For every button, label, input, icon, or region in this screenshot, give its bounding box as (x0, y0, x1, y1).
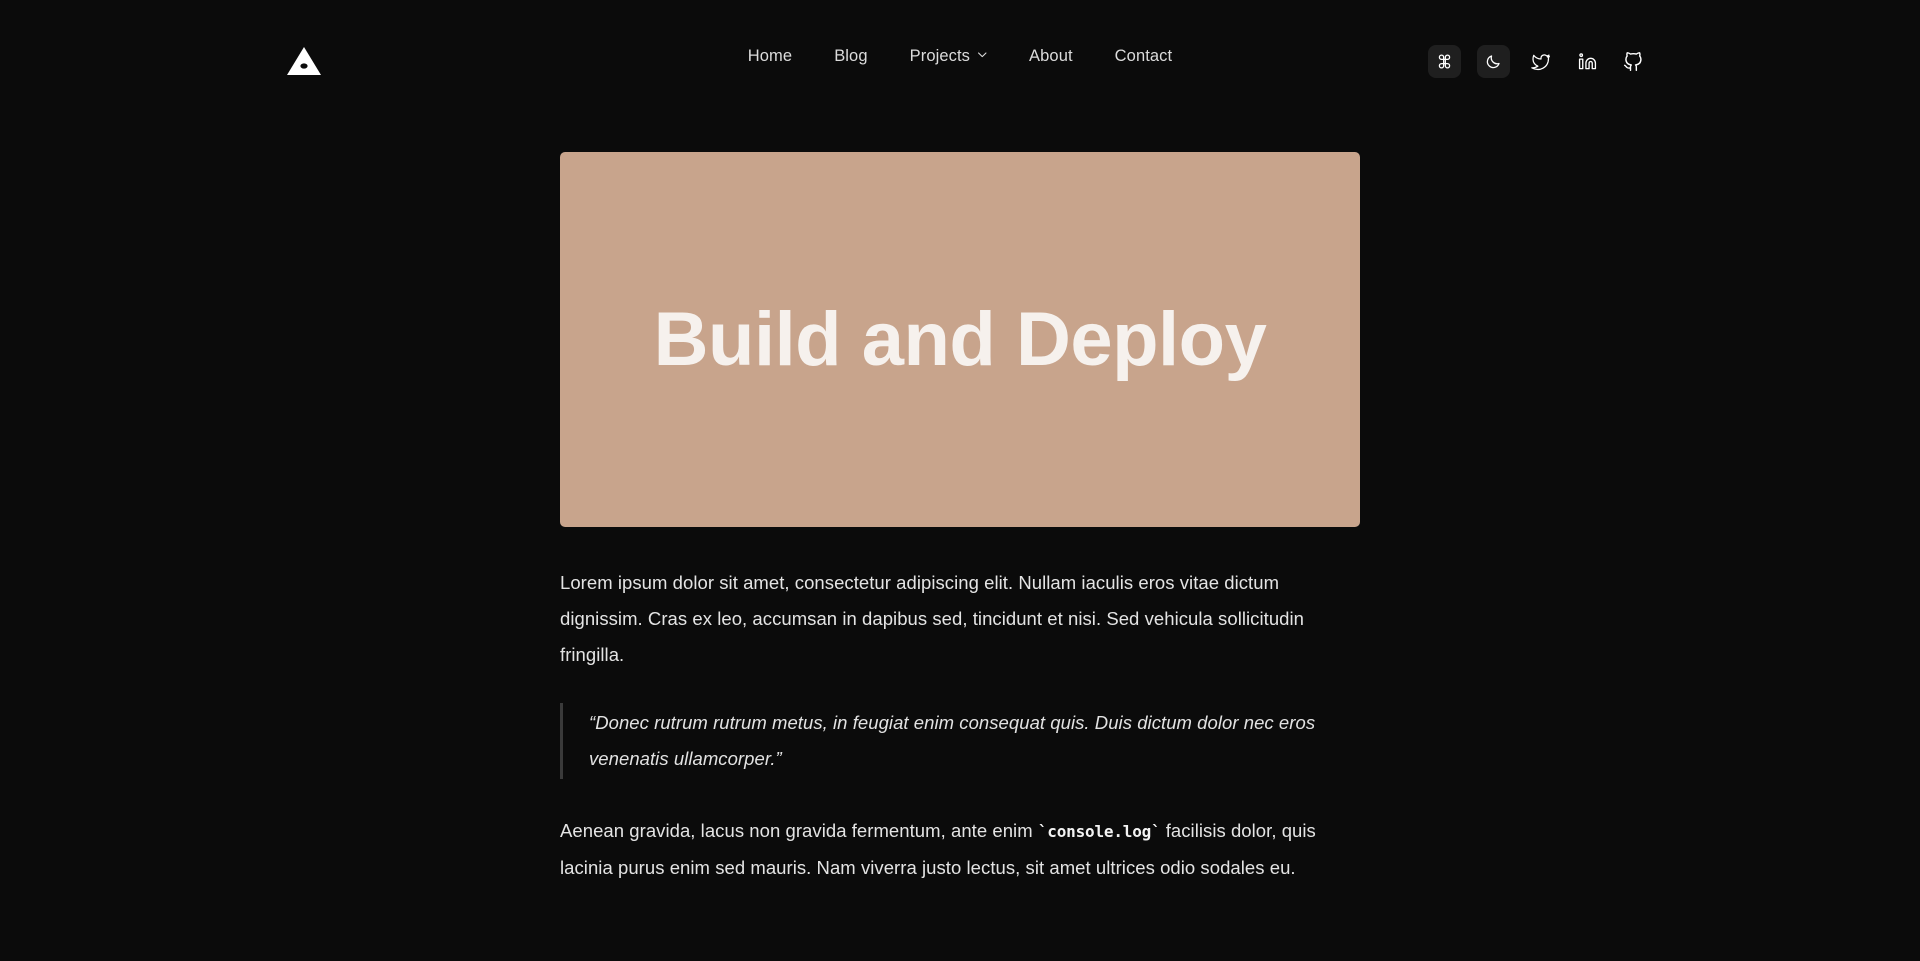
github-link[interactable] (1618, 47, 1648, 77)
main-navigation: Home Blog Projects About Contact (748, 48, 1172, 65)
nav-item-blog[interactable]: Blog (834, 48, 867, 65)
github-icon (1623, 51, 1642, 71)
article: Build and Deploy Lorem ipsum dolor sit a… (560, 100, 1360, 886)
inline-code-console-log: `console.log` (1037, 822, 1161, 841)
paragraph-2-before-code: Aenean gravida, lacus non gravida fermen… (560, 820, 1038, 841)
blockquote: “Donec rutrum rutrum metus, in feugiat e… (560, 703, 1360, 779)
nav-item-home[interactable]: Home (748, 48, 792, 65)
article-body: Lorem ipsum dolor sit amet, consectetur … (560, 527, 1360, 886)
nav-item-projects[interactable]: Projects (910, 48, 987, 65)
twitter-icon (1531, 53, 1550, 70)
chevron-down-icon (977, 49, 987, 59)
nav-label-projects: Projects (909, 47, 971, 65)
moon-icon (1486, 55, 1500, 69)
command-palette-button[interactable] (1428, 45, 1461, 78)
nav-label-contact: Contact (1114, 47, 1173, 65)
command-icon (1438, 54, 1451, 69)
nav-item-contact[interactable]: Contact (1115, 48, 1173, 65)
linkedin-icon (1578, 53, 1596, 70)
twitter-link[interactable] (1526, 47, 1556, 77)
nav-label-about: About (1029, 47, 1073, 65)
blockquote-text: “Donec rutrum rutrum metus, in feugiat e… (589, 712, 1316, 769)
nav-item-about[interactable]: About (1029, 48, 1073, 65)
hero-banner: Build and Deploy (560, 152, 1360, 527)
linkedin-link[interactable] (1572, 47, 1602, 77)
header-tools (1428, 45, 1648, 78)
triangle-logo[interactable] (285, 44, 323, 78)
theme-toggle-button[interactable] (1477, 45, 1510, 78)
nav-label-home: Home (747, 47, 793, 65)
page-title: Build and Deploy (653, 296, 1267, 382)
triangle-logo-icon (287, 47, 321, 75)
paragraph-2: Aenean gravida, lacus non gravida fermen… (560, 813, 1360, 886)
paragraph-1: Lorem ipsum dolor sit amet, consectetur … (560, 572, 1304, 665)
nav-label-blog: Blog (834, 47, 868, 65)
site-header: Home Blog Projects About Contact (0, 0, 1920, 100)
